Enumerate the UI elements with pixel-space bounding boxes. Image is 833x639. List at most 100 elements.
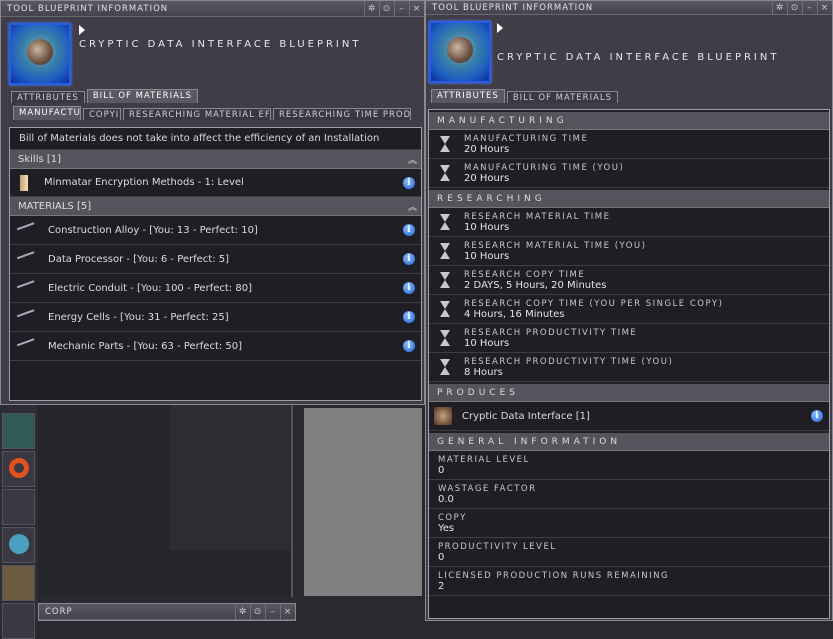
left-blueprint-window: TOOL BLUEPRINT INFORMATION ✲ ⊙ – × CRYPTIC …: [0, 0, 425, 405]
material-row[interactable]: Construction Alloy - [You: 13 - Perfect:…: [10, 216, 421, 245]
calculator-icon[interactable]: [2, 413, 35, 449]
pin-icon[interactable]: ✲: [772, 0, 787, 15]
tab-bill-of-materials[interactable]: BILL OF MATERIALS: [86, 89, 199, 103]
general-information-section-header[interactable]: GENERAL INFORMATION: [429, 433, 829, 451]
attribute-label: RESEARCH COPY TIME (YOU PER SINGLE COPY): [464, 298, 724, 309]
tab-attributes[interactable]: ATTRIBUTES: [431, 89, 505, 103]
info-icon[interactable]: i: [403, 224, 415, 236]
info-label: COPY: [438, 512, 467, 523]
blueprint-name: CRYPTIC DATA INTERFACE BLUEPRINT: [79, 39, 362, 50]
tab-bill-of-materials[interactable]: BILL OF MATERIALS: [506, 91, 619, 103]
bom-notice: Bill of Materials does not take into aff…: [10, 128, 421, 150]
general-info-row: WASTAGE FACTOR 0.0: [429, 480, 829, 509]
attribute-value: 8 Hours: [464, 366, 503, 378]
chat-people-icon[interactable]: [2, 489, 35, 525]
expand-arrow-icon[interactable]: [497, 23, 503, 33]
close-button[interactable]: ×: [280, 604, 295, 619]
expand-arrow-icon[interactable]: [79, 25, 85, 35]
skills-section-header[interactable]: Skills [1] ︽: [10, 150, 421, 169]
general-info-row: COPY Yes: [429, 509, 829, 538]
material-row[interactable]: Electric Conduit - [You: 100 - Perfect: …: [10, 274, 421, 303]
attribute-label: MANUFACTURING TIME (YOU): [464, 162, 625, 173]
info-icon[interactable]: i: [403, 311, 415, 323]
attribute-value: 4 Hours, 16 Minutes: [464, 308, 565, 320]
collapse-icon[interactable]: ︽: [408, 153, 417, 166]
blueprint-name: CRYPTIC DATA INTERFACE BLUEPRINT: [497, 52, 780, 63]
collapse-icon[interactable]: ︽: [408, 200, 417, 213]
minimize-button[interactable]: –: [394, 1, 409, 16]
attribute-value: 2 DAYS, 5 Hours, 20 Minutes: [464, 279, 607, 291]
bom-panel: Bill of Materials does not take into aff…: [9, 127, 422, 401]
attributes-panel: MANUFACTURING MANUFACTURING TIME 20 Hours M…: [428, 109, 830, 619]
attribute-label: RESEARCH MATERIAL TIME (YOU): [464, 240, 647, 251]
material-name: Electric Conduit - [You: 100 - Perfect: …: [48, 282, 252, 294]
produces-section-header[interactable]: PRODUCES: [429, 384, 829, 402]
hourglass-icon: [438, 358, 452, 376]
hourglass-icon: [438, 300, 452, 318]
pin-icon[interactable]: ✲: [364, 1, 379, 16]
produces-row[interactable]: Cryptic Data Interface [1] i: [429, 402, 829, 431]
materials-section-header[interactable]: MATERIALS [5] ︽: [10, 197, 421, 216]
map-globe-icon[interactable]: [2, 527, 35, 563]
material-name: Mechanic Parts - [You: 63 - Perfect: 50]: [48, 340, 243, 352]
research-time-row: RESEARCH MATERIAL TIME 10 Hours: [429, 208, 829, 237]
info-icon[interactable]: i: [811, 410, 823, 422]
subtab-researching-time[interactable]: RESEARCHING TIME PRODU: [273, 108, 411, 120]
research-time-row: RESEARCH COPY TIME (YOU PER SINGLE COPY)…: [429, 295, 829, 324]
settings-icon[interactable]: ⊙: [250, 604, 265, 619]
subtab-researching-material[interactable]: RESEARCHING MATERIAL EFF: [123, 108, 271, 120]
subtab-copying[interactable]: COPYI: [83, 108, 121, 120]
info-label: LICENSED PRODUCTION RUNS REMAINING: [438, 570, 670, 581]
right-blueprint-window: TOOL BLUEPRINT INFORMATION ✲ ⊙ – × CRYPTIC …: [425, 0, 833, 621]
manufacturing-section-header[interactable]: MANUFACTURING: [429, 112, 829, 130]
subtab-manufacturing[interactable]: MANUFACTUF: [13, 106, 81, 120]
general-info-row: LICENSED PRODUCTION RUNS REMAINING 2: [429, 567, 829, 596]
corp-window: CORP ✲ ⊙ – ×: [38, 603, 296, 621]
material-row[interactable]: Data Processor - [You: 6 - Perfect: 5] i: [10, 245, 421, 274]
hourglass-icon: [438, 329, 452, 347]
research-time-row: RESEARCH PRODUCTIVITY TIME (YOU) 8 Hours: [429, 353, 829, 382]
pin-icon[interactable]: ✲: [235, 604, 250, 619]
general-info-row: MATERIAL LEVEL 0: [429, 451, 829, 480]
journal-icon[interactable]: [2, 565, 35, 601]
sidebar-neocom: [0, 405, 38, 639]
help-ring-icon[interactable]: [2, 451, 35, 487]
info-icon[interactable]: i: [403, 340, 415, 352]
window-title: CORP: [45, 606, 73, 617]
skill-row[interactable]: Minmatar Encryption Methods - 1: Level i: [10, 169, 421, 197]
attribute-label: MANUFACTURING TIME: [464, 133, 589, 144]
product-name: Cryptic Data Interface [1]: [462, 410, 590, 422]
researching-section-header[interactable]: RESEARCHING: [429, 190, 829, 208]
tab-attributes[interactable]: ATTRIBUTES: [11, 91, 85, 103]
minimize-button[interactable]: –: [265, 604, 280, 619]
settings-icon[interactable]: ⊙: [379, 1, 394, 16]
info-icon[interactable]: i: [403, 176, 415, 189]
info-value: 0: [438, 551, 445, 563]
info-icon[interactable]: i: [403, 282, 415, 294]
attribute-value: 10 Hours: [464, 221, 510, 233]
material-row[interactable]: Energy Cells - [You: 31 - Perfect: 25] i: [10, 303, 421, 332]
info-value: 0.0: [438, 493, 454, 505]
skills-header: Skills [1]: [18, 153, 62, 165]
close-button[interactable]: ×: [409, 1, 424, 16]
info-label: MATERIAL LEVEL: [438, 454, 530, 465]
component-icon: [16, 280, 38, 296]
material-row[interactable]: Mechanic Parts - [You: 63 - Perfect: 50]…: [10, 332, 421, 361]
research-time-row: RESEARCH MATERIAL TIME (YOU) 10 Hours: [429, 237, 829, 266]
close-button[interactable]: ×: [817, 0, 832, 15]
music-icon[interactable]: [2, 603, 35, 639]
attribute-label: RESEARCH PRODUCTIVITY TIME (YOU): [464, 356, 674, 367]
hourglass-icon: [438, 164, 452, 182]
info-icon[interactable]: i: [403, 253, 415, 265]
material-name: Data Processor - [You: 6 - Perfect: 5]: [48, 253, 230, 265]
minimize-button[interactable]: –: [802, 0, 817, 15]
research-time-row: RESEARCH COPY TIME 2 DAYS, 5 Hours, 20 Mi…: [429, 266, 829, 295]
blueprint-icon: [9, 23, 71, 85]
general-info-row: PRODUCTIVITY LEVEL 0: [429, 538, 829, 567]
settings-icon[interactable]: ⊙: [787, 0, 802, 15]
skill-book-icon: [20, 174, 28, 191]
attribute-value: 20 Hours: [464, 143, 510, 155]
research-time-row: RESEARCH PRODUCTIVITY TIME 10 Hours: [429, 324, 829, 353]
hourglass-icon: [438, 135, 452, 153]
info-value: 0: [438, 464, 445, 476]
